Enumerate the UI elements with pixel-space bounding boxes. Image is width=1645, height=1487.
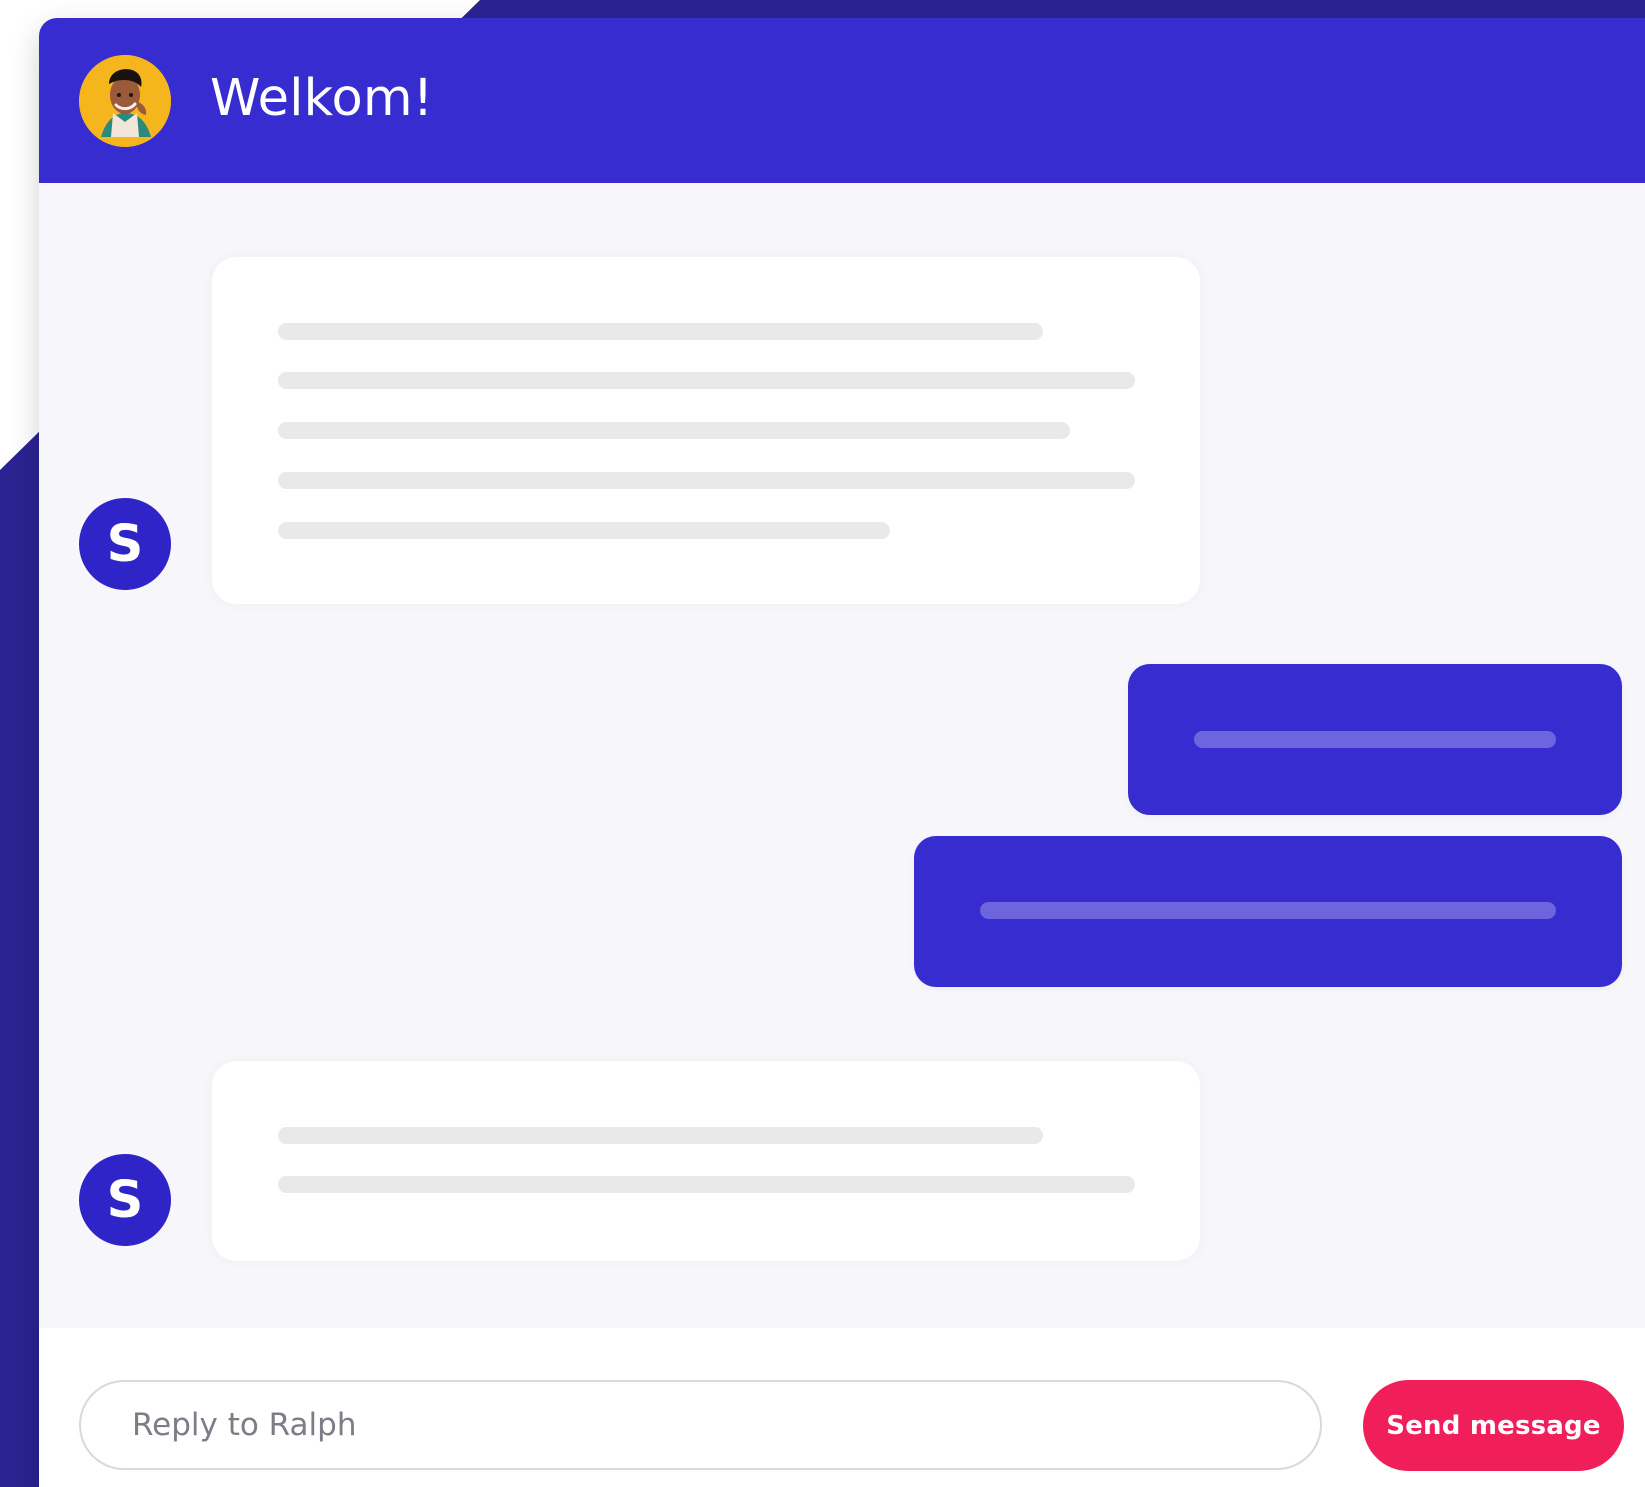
reply-input[interactable] — [79, 1380, 1322, 1470]
message-skeleton-line — [278, 472, 1135, 489]
message-skeleton-line — [980, 902, 1556, 919]
chat-window: Welkom! S S Reply to Ralph Send message — [39, 18, 1645, 1487]
page-root: Welkom! S S Reply to Ralph Send message — [0, 0, 1645, 1487]
message-list: S S — [39, 183, 1645, 1328]
outgoing-message-bubble — [1128, 664, 1622, 815]
sender-avatar: S — [79, 498, 171, 590]
send-message-button[interactable]: Send message — [1363, 1380, 1624, 1471]
incoming-message-bubble — [212, 1061, 1200, 1261]
message-skeleton-line — [278, 1127, 1043, 1144]
outgoing-message-bubble — [914, 836, 1622, 987]
chat-header: Welkom! — [39, 18, 1645, 183]
user-photo-avatar-icon — [79, 55, 171, 147]
message-skeleton-line — [278, 422, 1070, 439]
message-skeleton-line — [278, 1176, 1135, 1193]
sender-avatar: S — [79, 1154, 171, 1246]
message-composer: Send message — [39, 1328, 1645, 1487]
message-skeleton-line — [278, 522, 890, 539]
chat-title: Welkom! — [210, 69, 434, 128]
message-skeleton-line — [1194, 731, 1556, 748]
incoming-message-bubble — [212, 257, 1200, 604]
message-skeleton-line — [278, 323, 1043, 340]
message-skeleton-line — [278, 372, 1135, 389]
